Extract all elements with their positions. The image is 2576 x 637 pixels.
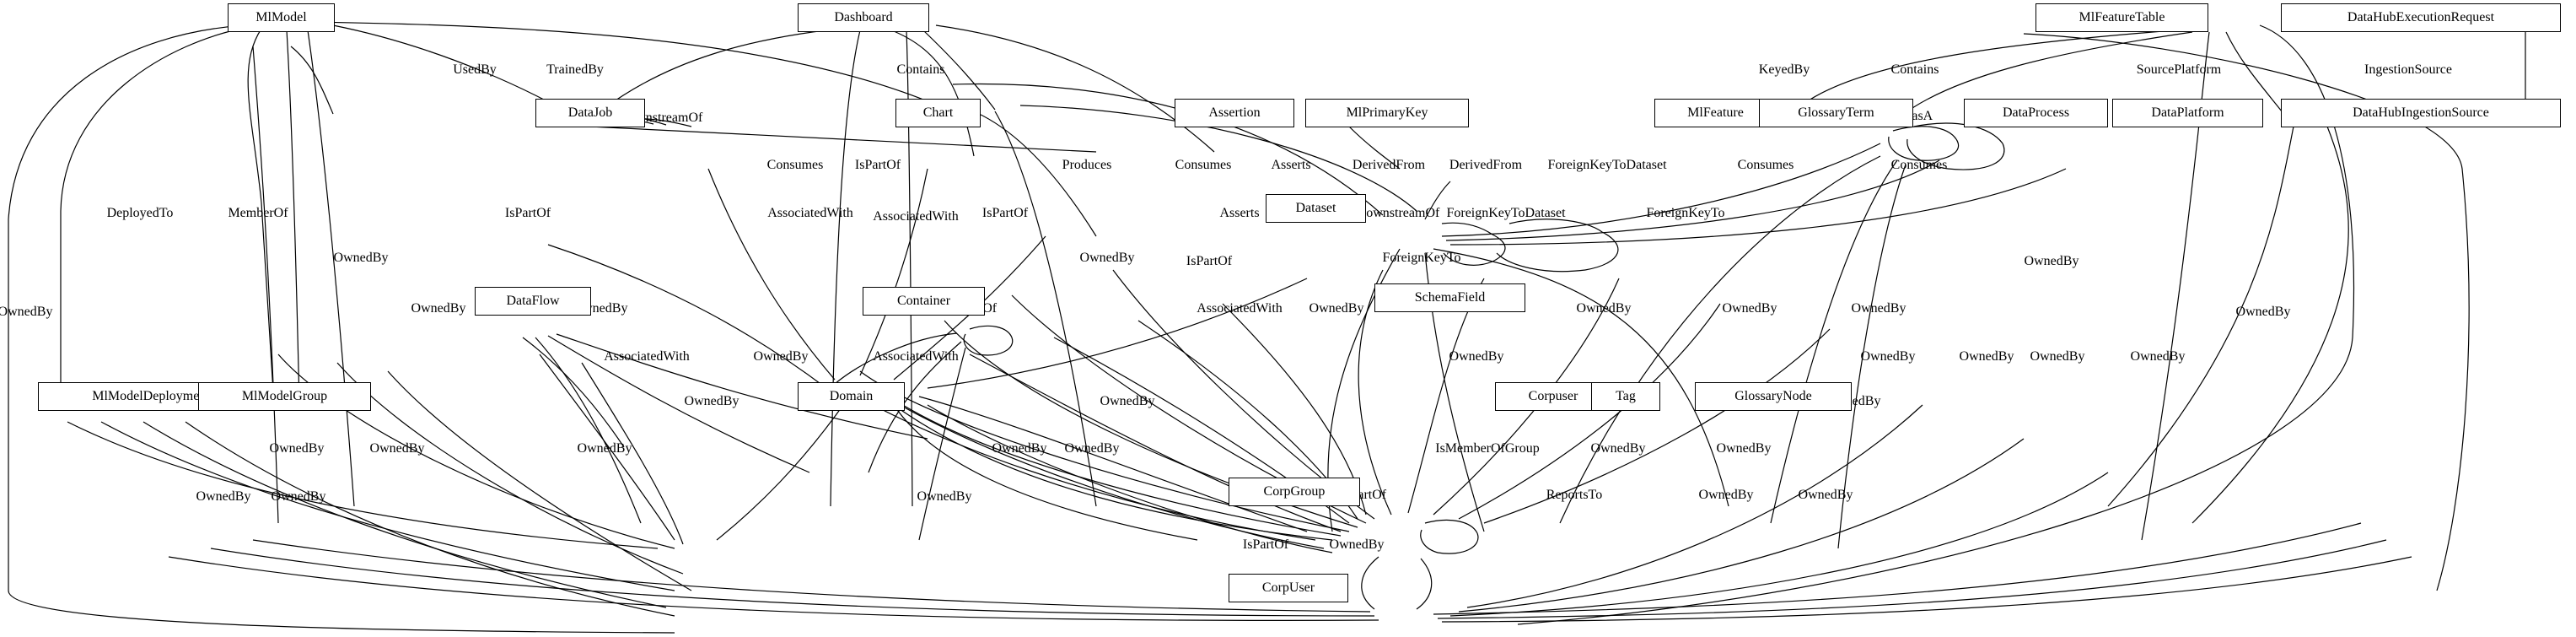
edge-label: OwnedBy — [269, 441, 325, 456]
edge-label: AssociatedWith — [767, 206, 853, 220]
edge-label: Consumes — [1890, 158, 1948, 172]
edge-label: OwnedBy — [271, 489, 326, 504]
node-glossarynode[interactable]: GlossaryNode — [1695, 382, 1852, 411]
edge-label: IsMemberOfGroup — [1435, 441, 1540, 456]
node-container[interactable]: Container — [863, 287, 985, 316]
edge-label: Consumes — [1175, 158, 1232, 172]
edge-label: Asserts — [1271, 158, 1311, 172]
edge-label: OwnedBy — [917, 489, 972, 504]
edge-label: OwnedBy — [753, 349, 809, 364]
edge-label: OwnedBy — [1064, 441, 1120, 456]
node-datahubingestionsource[interactable]: DataHubIngestionSource — [2281, 99, 2561, 127]
node-corpuser[interactable]: CorpUser — [1229, 574, 1348, 602]
edge-label: DerivedFrom — [1449, 158, 1523, 172]
node-dataprocess[interactable]: DataProcess — [1964, 99, 2108, 127]
edge-label: OwnedBy — [1860, 349, 1916, 364]
edge-label: OwnedBy — [992, 441, 1047, 456]
edge-label: IsPartOf — [1186, 254, 1233, 268]
edge-label: OwnedBy — [1449, 349, 1504, 364]
edge-label: AssociatedWith — [873, 209, 959, 224]
edge-group-glossary — [1559, 122, 2005, 549]
edge-label: IsPartOf — [504, 206, 551, 220]
edge-group-dataset — [1327, 126, 2067, 532]
edge-label: DownstreamOf — [1356, 206, 1440, 220]
edge-label: OwnedBy — [577, 441, 632, 456]
edge-label: OwnedBy — [1959, 349, 2014, 364]
edge-label: OwnedBy — [1722, 301, 1777, 316]
edge-label: Contains — [1890, 62, 1939, 77]
edge-label: OwnedBy — [369, 441, 425, 456]
edge-label: OwnedBy — [2024, 254, 2079, 268]
edge-group-left — [8, 21, 928, 634]
edge-label: IsPartOf — [981, 206, 1029, 220]
edge-label: UsedBy — [453, 62, 497, 77]
edge-label: ForeignKeyToDataset — [1547, 158, 1667, 172]
edge-label: IngestionSource — [2364, 62, 2452, 77]
edge-label: ReportsTo — [1546, 488, 1603, 502]
graph-canvas: MlModel Dashboard MlFeatureTable DataHub… — [0, 0, 2576, 637]
node-dashboard[interactable]: Dashboard — [798, 3, 929, 32]
node-datajob[interactable]: DataJob — [535, 99, 645, 127]
edge-label: OwnedBy — [411, 301, 466, 316]
node-dataplatform[interactable]: DataPlatform — [2112, 99, 2263, 127]
edge-label: Contains — [896, 62, 945, 77]
edge-group-corpgroup-corpuser — [1361, 556, 1433, 610]
node-datahubexecutionrequest[interactable]: DataHubExecutionRequest — [2281, 3, 2561, 32]
edge-label: OwnedBy — [1851, 301, 1906, 316]
edge-label: OwnedBy — [333, 251, 389, 265]
edge-label: OwnedBy — [1100, 394, 1155, 408]
edge-label: SourcePlatform — [2136, 62, 2222, 77]
node-assertion[interactable]: Assertion — [1175, 99, 1294, 127]
edge-label: Consumes — [1737, 158, 1794, 172]
edge-label: AssociatedWith — [1197, 301, 1283, 316]
node-tag[interactable]: Tag — [1591, 382, 1660, 411]
edge-label: Consumes — [766, 158, 824, 172]
edge-label: MemberOf — [228, 206, 288, 220]
edge-label: AssociatedWith — [873, 349, 959, 364]
edge-label: TrainedBy — [546, 62, 604, 77]
edge-label: ForeignKeyTo — [1382, 251, 1461, 265]
edge-label: IsPartOf — [1242, 537, 1289, 552]
edge-label: OwnedBy — [1079, 251, 1135, 265]
edge-label: OwnedBy — [1698, 488, 1754, 502]
node-corpgroup[interactable]: CorpGroup — [1229, 478, 1360, 506]
edge-label: OwnedBy — [2130, 349, 2186, 364]
edge-label: OwnedBy — [1798, 488, 1853, 502]
edge-label: OwnedBy — [0, 305, 53, 319]
edge-label: OwnedBy — [1309, 301, 1364, 316]
edge-label: OwnedBy — [684, 394, 739, 408]
edge-label: IsPartOf — [854, 158, 901, 172]
edge-label: OwnedBy — [1576, 301, 1632, 316]
edge-group-center-bottom — [539, 303, 1367, 553]
edge-label: KeyedBy — [1758, 62, 1810, 77]
node-mlmodelgroup[interactable]: MlModelGroup — [198, 382, 371, 411]
node-mlfeaturetable[interactable]: MlFeatureTable — [2036, 3, 2208, 32]
edge-label: OwnedBy — [196, 489, 251, 504]
edge-label: Asserts — [1219, 206, 1260, 220]
edge-group-dashboard — [581, 24, 1215, 507]
node-schemafield[interactable]: SchemaField — [1374, 283, 1525, 312]
node-domain[interactable]: Domain — [798, 382, 905, 411]
edge-label: DerivedFrom — [1352, 158, 1426, 172]
node-mlprimarykey[interactable]: MlPrimaryKey — [1305, 99, 1469, 127]
edge-label: AssociatedWith — [604, 349, 690, 364]
node-glossaryterm[interactable]: GlossaryTerm — [1759, 99, 1913, 127]
edge-label: OwnedBy — [1716, 441, 1772, 456]
edge-label: OwnedBy — [2235, 305, 2291, 319]
edge-group-corpgroup-self — [1420, 519, 1479, 554]
edge-label: DeployedTo — [106, 206, 174, 220]
edge-label: ForeignKeyToDataset — [1446, 206, 1566, 220]
node-dataset[interactable]: Dataset — [1266, 194, 1366, 223]
edge-label: OwnedBy — [1329, 537, 1385, 552]
edge-label: OwnedBy — [1590, 441, 1646, 456]
edge-label: ForeignKeyTo — [1646, 206, 1725, 220]
node-chart[interactable]: Chart — [895, 99, 981, 127]
node-mlmodel[interactable]: MlModel — [228, 3, 335, 32]
edge-label: Produces — [1062, 158, 1112, 172]
node-dataflow[interactable]: DataFlow — [475, 287, 591, 316]
edge-label: OwnedBy — [2030, 349, 2085, 364]
